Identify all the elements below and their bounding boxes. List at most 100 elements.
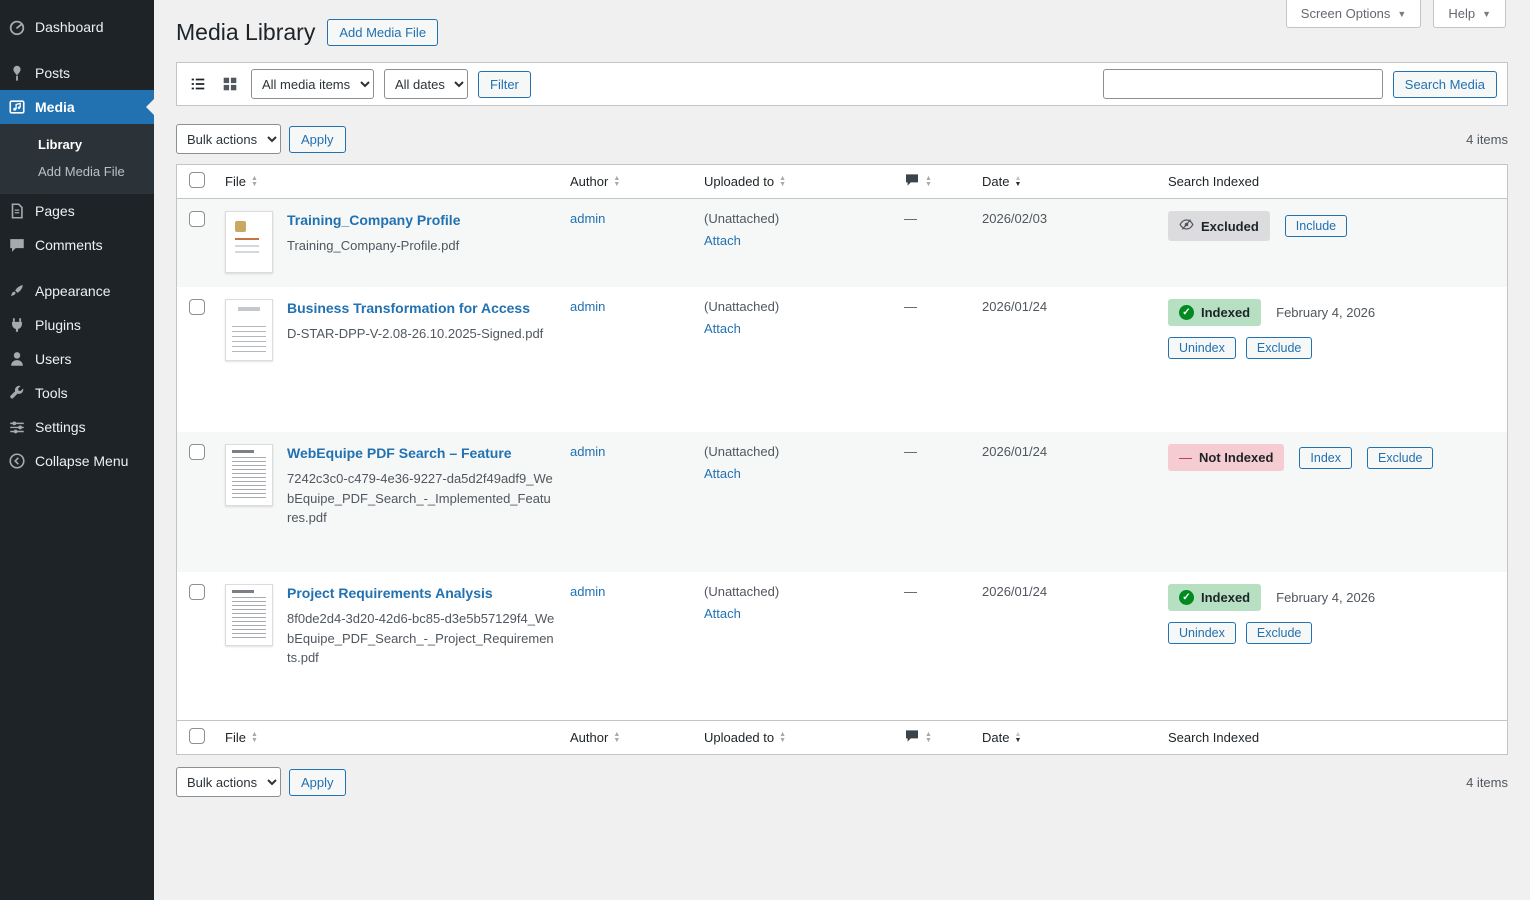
author-link[interactable]: admin — [570, 444, 605, 459]
file-name: 8f0de2d4-3d20-42d6-bc85-d3e5b57129f4_Web… — [287, 611, 555, 666]
attach-link[interactable]: Attach — [704, 466, 741, 481]
file-name: D-STAR-DPP-V-2.08-26.10.2025-Signed.pdf — [287, 326, 544, 342]
attach-link[interactable]: Attach — [704, 321, 741, 336]
attach-link[interactable]: Attach — [704, 606, 741, 621]
include-button[interactable]: Include — [1284, 215, 1348, 237]
column-footer-comments[interactable]: ▲ ▼ — [904, 722, 982, 753]
sort-icon: ▲ ▼ — [925, 730, 932, 744]
comment-bubble-icon — [904, 172, 920, 191]
sidebar-item-label: Settings — [35, 419, 86, 435]
row-checkbox[interactable] — [189, 211, 205, 227]
file-title-link[interactable]: Project Requirements Analysis — [287, 584, 555, 602]
column-header-comments[interactable]: ▲ ▼ — [904, 166, 982, 197]
sidebar-item-comments[interactable]: Comments — [0, 228, 154, 262]
screen-options-label: Screen Options — [1300, 6, 1391, 21]
index-button[interactable]: Index — [1299, 446, 1352, 469]
search-media-button[interactable]: Search Media — [1392, 70, 1497, 98]
submenu-item-add-media-file[interactable]: Add Media File — [0, 158, 154, 185]
select-all-checkbox[interactable] — [189, 728, 205, 744]
apply-button[interactable]: Apply — [289, 125, 346, 153]
sidebar-item-label: Posts — [35, 65, 71, 81]
help-button[interactable]: Help ▼ — [1433, 0, 1506, 28]
wp-admin-page: Dashboard Posts Media Library Add Media … — [0, 0, 1530, 900]
column-header-uploaded-to[interactable]: Uploaded to ▲ ▼ — [704, 168, 904, 195]
status-badge-indexed: ✓ Indexed — [1168, 299, 1262, 326]
table-header-row: File ▲ ▼ Author ▲ ▼ Uploaded to ▲ ▼ ▲ ▼ Date ▲ ▼ … — [177, 165, 1507, 199]
file-title-link[interactable]: Business Transformation for Access — [287, 299, 543, 317]
media-type-filter[interactable]: All media items — [251, 69, 374, 99]
exclude-button[interactable]: Exclude — [1367, 446, 1434, 469]
page-title: Media Library — [176, 19, 316, 45]
filter-button[interactable]: Filter — [478, 70, 531, 98]
search-input[interactable] — [1102, 69, 1383, 99]
column-header-file[interactable]: File ▲ ▼ — [225, 168, 570, 195]
author-link[interactable]: admin — [570, 299, 605, 314]
column-header-author[interactable]: Author ▲ ▼ — [570, 168, 704, 195]
sidebar-item-media[interactable]: Media — [0, 90, 154, 124]
sidebar-item-dashboard[interactable]: Dashboard — [0, 10, 154, 44]
table-footer-row: File ▲ ▼ Author ▲ ▼ Uploaded to ▲ ▼ ▲ ▼ Date ▲ ▼ … — [177, 720, 1507, 754]
sidebar-item-tools[interactable]: Tools — [0, 376, 154, 410]
sidebar-item-appearance[interactable]: Appearance — [0, 274, 154, 308]
sidebar-item-posts[interactable]: Posts — [0, 56, 154, 90]
sidebar-item-label: Collapse Menu — [35, 453, 129, 469]
pushpin-icon — [8, 64, 26, 82]
submenu-item-library[interactable]: Library — [0, 131, 154, 158]
comments-value: — — [904, 299, 917, 314]
file-title-link[interactable]: WebEquipe PDF Search – Feature — [287, 444, 555, 462]
upload-date: 2026/02/03 — [982, 211, 1048, 226]
row-checkbox[interactable] — [189, 584, 205, 600]
upload-date: 2026/01/24 — [982, 584, 1048, 599]
column-footer-search-indexed: Search Indexed — [1168, 730, 1260, 745]
pages-icon — [8, 202, 26, 220]
check-circle-icon: ✓ — [1179, 305, 1194, 320]
sidebar-item-label: Pages — [35, 203, 75, 219]
author-link[interactable]: admin — [570, 584, 605, 599]
column-footer-date[interactable]: Date ▲ ▼ — [982, 724, 1168, 751]
exclude-button[interactable]: Exclude — [1245, 622, 1313, 644]
sidebar-item-plugins[interactable]: Plugins — [0, 308, 154, 342]
bulk-actions-select[interactable]: Bulk actions — [176, 767, 281, 797]
attach-link[interactable]: Attach — [704, 233, 741, 248]
column-footer-uploaded-to[interactable]: Uploaded to ▲ ▼ — [704, 724, 904, 751]
list-view-icon[interactable] — [187, 73, 209, 95]
screen-options-button[interactable]: Screen Options ▼ — [1285, 0, 1422, 28]
file-thumbnail[interactable] — [225, 299, 273, 361]
row-checkbox[interactable] — [189, 299, 205, 315]
row-checkbox[interactable] — [189, 444, 205, 460]
sort-icon: ▲ ▼ — [613, 174, 621, 188]
filter-bar: All media items All dates Filter Search … — [176, 62, 1508, 106]
collapse-icon — [8, 452, 26, 470]
eye-slash-icon — [1179, 217, 1194, 235]
unindex-button[interactable]: Unindex — [1168, 622, 1236, 644]
add-media-file-button[interactable]: Add Media File — [327, 19, 439, 46]
collapse-menu-button[interactable]: Collapse Menu — [0, 444, 154, 478]
indexed-date: February 4, 2026 — [1276, 305, 1376, 320]
author-link[interactable]: admin — [570, 211, 605, 226]
unindex-button[interactable]: Unindex — [1168, 337, 1236, 359]
bulk-actions-select[interactable]: Bulk actions — [176, 124, 281, 154]
sidebar-item-users[interactable]: Users — [0, 342, 154, 376]
sidebar-item-label: Comments — [35, 237, 103, 253]
apply-button[interactable]: Apply — [289, 768, 346, 796]
upload-date: 2026/01/24 — [982, 444, 1048, 459]
column-header-date[interactable]: Date ▲ ▼ — [982, 168, 1168, 195]
status-label: Indexed — [1201, 590, 1251, 605]
sidebar-item-label: Dashboard — [35, 19, 104, 35]
sort-icon: ▲ ▼ — [250, 730, 258, 744]
comment-bubble-icon — [904, 728, 920, 747]
column-footer-file[interactable]: File ▲ ▼ — [225, 724, 570, 751]
file-thumbnail[interactable] — [225, 444, 273, 506]
column-footer-author[interactable]: Author ▲ ▼ — [570, 724, 704, 751]
bulk-actions-bottom: Bulk actions Apply 4 items — [176, 767, 1508, 797]
exclude-button[interactable]: Exclude — [1245, 337, 1313, 359]
sidebar-item-settings[interactable]: Settings — [0, 410, 154, 444]
status-label: Excluded — [1201, 218, 1259, 234]
sidebar-item-pages[interactable]: Pages — [0, 194, 154, 228]
file-thumbnail[interactable] — [225, 584, 273, 646]
grid-view-icon[interactable] — [219, 73, 241, 95]
select-all-checkbox[interactable] — [189, 172, 205, 188]
file-title-link[interactable]: Training_Company Profile — [287, 211, 460, 229]
date-filter[interactable]: All dates — [384, 69, 468, 99]
file-thumbnail[interactable] — [225, 211, 273, 273]
